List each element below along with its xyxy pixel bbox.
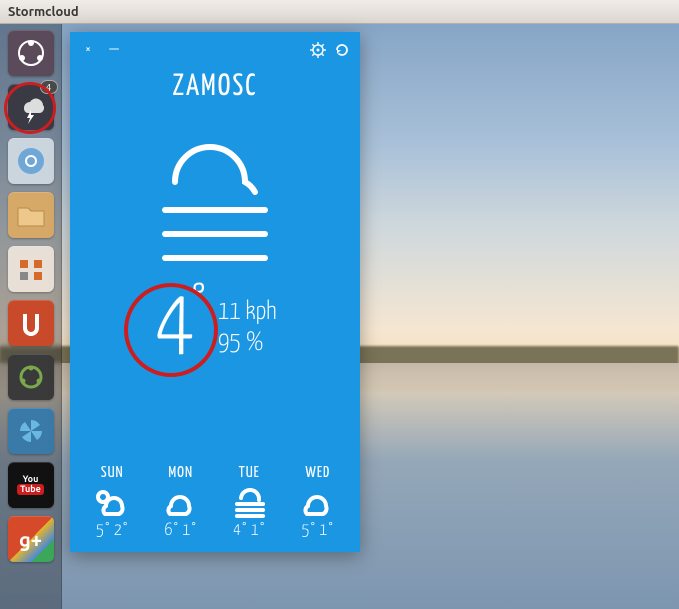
ubuntu-one-icon[interactable] [8, 300, 54, 346]
system-settings-icon[interactable] [8, 246, 54, 292]
stormcloud-icon[interactable]: 4 [8, 84, 54, 130]
forecast: SUN 5° 2° MON 6° 1° TUE 4° 1° WED 5° 1° [70, 466, 360, 540]
shutter-icon[interactable] [8, 408, 54, 454]
fog-icon [229, 486, 269, 518]
fog-icon [135, 132, 295, 272]
city-name: ZAMOSC [70, 72, 360, 102]
cloudy-icon [298, 486, 338, 518]
day-label: MON [168, 466, 193, 482]
day-temps: 6° 1° [164, 522, 197, 540]
forecast-day: WED 5° 1° [286, 466, 350, 540]
partly-cloudy-icon [92, 486, 132, 518]
minimize-button[interactable]: — [106, 42, 122, 58]
window-titlebar: Stormcloud [0, 0, 679, 24]
humidity: 95 % [218, 329, 277, 360]
launcher-badge: 4 [40, 80, 58, 94]
day-temps: 5° 2° [96, 522, 129, 540]
cloudy-icon [161, 486, 201, 518]
launcher: 4 You Tube g+ [0, 24, 62, 609]
day-label: TUE [239, 466, 260, 482]
files-icon[interactable] [8, 192, 54, 238]
day-label: SUN [101, 466, 124, 482]
forecast-day: MON 6° 1° [149, 466, 213, 540]
day-temps: 4° 1° [233, 522, 266, 540]
dash-icon[interactable] [8, 30, 54, 76]
forecast-day: SUN 5° 2° [80, 466, 144, 540]
software-center-icon[interactable] [8, 354, 54, 400]
wind-speed: 11 kph [218, 298, 277, 329]
current-conditions: 4° 11 kph 95 % [70, 132, 360, 377]
google-plus-icon[interactable]: g+ [8, 516, 54, 562]
forecast-day: TUE 4° 1° [217, 466, 281, 540]
youtube-icon[interactable]: You Tube [8, 462, 54, 508]
weather-widget: × — ZAMOSC 4° [70, 32, 360, 552]
window-title: Stormcloud [8, 5, 79, 19]
highlight-ring-temp [124, 283, 218, 377]
day-label: WED [305, 466, 330, 482]
settings-icon[interactable] [310, 42, 326, 58]
desktop: 4 You Tube g+ [0, 24, 679, 609]
refresh-icon[interactable] [334, 42, 350, 58]
day-temps: 5° 1° [301, 522, 334, 540]
chromium-icon[interactable] [8, 138, 54, 184]
close-button[interactable]: × [80, 42, 96, 58]
